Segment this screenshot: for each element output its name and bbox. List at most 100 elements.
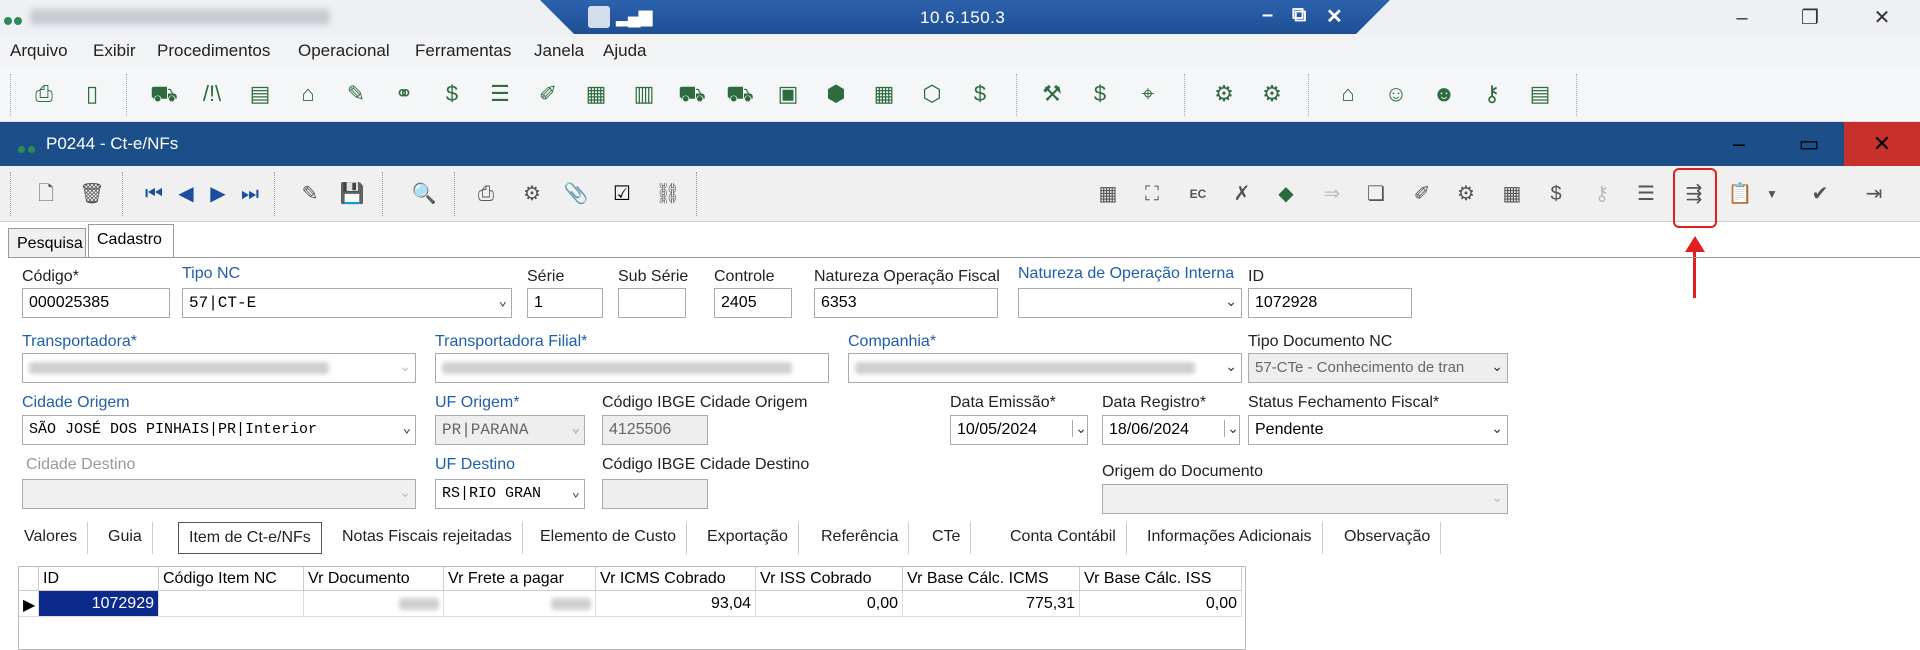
boxes-icon[interactable]: ⬢ [822, 80, 850, 108]
menu-janela[interactable]: Janela [534, 41, 584, 61]
report-icon[interactable]: ▥ [630, 80, 658, 108]
forklift-icon[interactable]: ⚒ [1038, 80, 1066, 108]
money-bag-icon[interactable]: $ [966, 80, 994, 108]
attachment-icon[interactable]: 📎 [562, 180, 590, 208]
tab-informacoes-adicionais[interactable]: Informações Adicionais [1137, 522, 1323, 554]
table-icon[interactable]: ▦ [870, 80, 898, 108]
checkbox-icon[interactable]: ☑ [608, 180, 636, 208]
new-file-icon[interactable]: 🗋 [32, 180, 60, 208]
inner-close-button[interactable]: ✕ [1844, 122, 1920, 166]
calendar-dropdown-icon[interactable]: ⌄ [1072, 420, 1087, 437]
tab-pesquisa[interactable]: Pesquisa [8, 228, 86, 258]
doc-edit-icon[interactable]: ✐ [1408, 180, 1436, 208]
grid-header-codigo-item[interactable]: Código Item NC [159, 567, 304, 591]
uf-origem-select[interactable]: PR|PARANA ⌄ [435, 415, 585, 445]
bus-money-icon[interactable]: ⛟ [726, 80, 754, 108]
doc-cancel-icon[interactable]: ✗ [1228, 180, 1256, 208]
grid-cell-base-iss[interactable]: 0,00 [1080, 591, 1242, 617]
pin-icon[interactable] [588, 6, 610, 28]
user-key-icon[interactable]: ⚷ [1478, 80, 1506, 108]
location-road-icon[interactable]: ⌖ [1134, 80, 1162, 108]
road-icon[interactable]: /!\ [198, 80, 226, 108]
tab-exportacao[interactable]: Exportação [697, 522, 799, 554]
truck-icon[interactable]: ⛟ [150, 80, 178, 108]
remote-desktop-bar[interactable]: ▂▄▆ 10.6.150.3 – ⧉ ✕ [540, 0, 1390, 34]
calculator-icon[interactable]: ▦ [1094, 180, 1122, 208]
tipo-nc-select[interactable]: 57|CT-E ⌄ [182, 288, 512, 318]
outer-restore-button[interactable]: ❐ [1782, 4, 1838, 32]
tab-item-cte-nfs[interactable]: Item de Ct-e/NFs [178, 522, 322, 554]
edit-doc-icon[interactable]: ✐ [534, 80, 562, 108]
signature-icon[interactable]: ✎ [342, 80, 370, 108]
diamond-icon[interactable]: ◆ [1272, 180, 1300, 208]
outer-close-button[interactable]: ✕ [1854, 4, 1910, 32]
tab-guia[interactable]: Guia [98, 522, 153, 554]
paste-doc-icon[interactable]: 📋 [1726, 180, 1754, 208]
tab-conta-contabil[interactable]: Conta Contábil [1000, 522, 1127, 554]
toolbox-icon[interactable]: ▤ [1526, 80, 1554, 108]
last-record-icon[interactable]: ⏭ [236, 180, 264, 208]
handshake-icon[interactable]: ⚭ [390, 80, 418, 108]
doc-settings-icon[interactable]: ⚙ [1452, 180, 1480, 208]
truck-money-icon[interactable]: ⛟ [678, 80, 706, 108]
tipo-documento-select[interactable]: 57-CTe - Conhecimento de tran ⌄ [1248, 353, 1508, 383]
tab-referencia[interactable]: Referência [811, 522, 910, 554]
box-check-icon[interactable]: ⬡ [918, 80, 946, 108]
codigo-input[interactable]: 000025385 [22, 288, 170, 318]
doc-money-icon[interactable]: ▣ [774, 80, 802, 108]
calendar-table-icon[interactable]: ▦ [1498, 180, 1526, 208]
settings-doc-icon[interactable]: ⚙ [1258, 80, 1286, 108]
cidade-origem-select[interactable]: SÃO JOSÉ DOS PINHAIS|PR|Interior ⌄ [22, 415, 416, 445]
status-fechamento-select[interactable]: Pendente ⌄ [1248, 415, 1508, 445]
menu-arquivo[interactable]: Arquivo [10, 41, 68, 61]
doc-list-icon[interactable]: ☰ [1632, 180, 1660, 208]
tab-notas-rejeitadas[interactable]: Notas Fiscais rejeitadas [332, 522, 523, 554]
controle-input[interactable]: 2405 [714, 288, 792, 318]
grid-header-base-icms[interactable]: Vr Base Cálc. ICMS [903, 567, 1080, 591]
transportadora-select[interactable]: ⌄ [22, 353, 416, 383]
menu-ferramentas[interactable]: Ferramentas [415, 41, 511, 61]
menu-exibir[interactable]: Exibir [93, 41, 136, 61]
next-record-icon[interactable]: ▶ [204, 180, 232, 208]
print-icon[interactable]: ⎙ [472, 180, 500, 208]
grid-cell-vr-iss[interactable]: 0,00 [756, 591, 903, 617]
grid-cell-codigo-item[interactable] [159, 591, 304, 617]
grid-cell-id[interactable]: 1072929 [39, 591, 159, 617]
edit-icon[interactable]: ✎ [296, 180, 324, 208]
trash-icon[interactable]: 🗑 [78, 180, 106, 208]
menu-operacional[interactable]: Operacional [298, 41, 390, 61]
natureza-fiscal-input[interactable]: 6353 [814, 288, 998, 318]
check-icon[interactable]: ✔ [1806, 180, 1834, 208]
factory-icon[interactable]: ⌂ [294, 80, 322, 108]
gear-icon[interactable]: ⚙ [1210, 80, 1238, 108]
natureza-interna-select[interactable]: ⌄ [1018, 288, 1242, 318]
money-doc-icon[interactable]: $ [438, 80, 466, 108]
chevron-down-icon[interactable]: ▼ [1758, 180, 1786, 208]
calendar-money-icon[interactable]: ▦ [582, 80, 610, 108]
tab-elemento-custo[interactable]: Elemento de Custo [530, 522, 688, 554]
grid-header-vr-icms[interactable]: Vr ICMS Cobrado [596, 567, 756, 591]
tab-cte[interactable]: CTe [922, 522, 972, 554]
grid-header-base-iss[interactable]: Vr Base Cálc. ISS [1080, 567, 1242, 591]
coins-icon[interactable]: $ [1086, 80, 1114, 108]
grid-header-vr-frete[interactable]: Vr Frete a pagar [444, 567, 596, 591]
data-registro-input[interactable]: 18/06/2024 ⌄ [1102, 415, 1240, 445]
prev-record-icon[interactable]: ◀ [172, 180, 200, 208]
outer-minimize-button[interactable]: – [1714, 4, 1770, 32]
grid-cell-vr-icms[interactable]: 93,04 [596, 591, 756, 617]
stack-docs-icon[interactable]: ❏ [1362, 180, 1390, 208]
calendar-dropdown-icon[interactable]: ⌄ [1224, 420, 1239, 437]
invoice-icon[interactable]: ▤ [246, 80, 274, 108]
grid-cell-vr-documento[interactable] [304, 591, 444, 617]
tab-cadastro[interactable]: Cadastro [88, 224, 174, 258]
doc-money-icon[interactable]: $ [1542, 180, 1570, 208]
grid-header-id[interactable]: ID [39, 567, 159, 591]
exit-door-icon[interactable]: ▯ [78, 80, 106, 108]
list-doc-icon[interactable]: ☰ [486, 80, 514, 108]
inner-maximize-button[interactable]: ▭ [1774, 122, 1844, 166]
inner-minimize-button[interactable]: – [1704, 122, 1774, 166]
tab-observacao[interactable]: Observação [1334, 522, 1442, 554]
transportadora-filial-select[interactable] [435, 353, 829, 383]
first-record-icon[interactable]: ⏮ [140, 180, 168, 208]
users-circle-icon[interactable]: ☻ [1430, 80, 1458, 108]
